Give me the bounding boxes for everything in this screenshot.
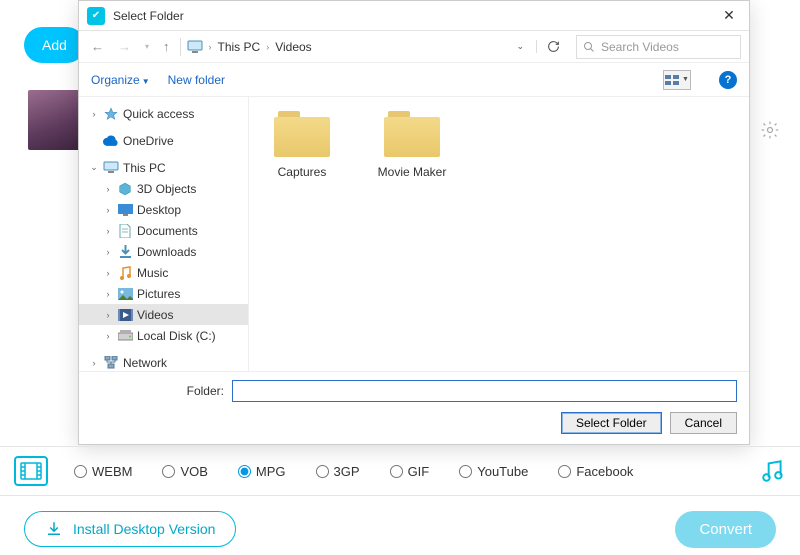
close-icon[interactable]: ✕ [709,7,749,24]
dialog-footer: Folder: Select Folder Cancel [79,371,749,444]
format-bar: WEBM VOB MPG 3GP GIF YouTube Facebook [0,446,800,496]
chevron-right-icon: › [266,42,269,52]
chevron-right-icon: › [209,42,212,52]
new-folder-button[interactable]: New folder [168,73,225,87]
tree-videos[interactable]: ›Videos [79,304,248,325]
toolbar: Organize▼ New folder ▼ ? [79,63,749,97]
cloud-icon [103,135,119,146]
breadcrumb: › This PC › Videos [209,40,505,54]
tree-pictures[interactable]: ›Pictures [79,283,248,304]
folder-label: Movie Maker [377,165,447,179]
tree-onedrive[interactable]: OneDrive [79,130,248,151]
download-icon [117,245,133,259]
download-icon [45,520,63,538]
forward-icon[interactable]: → [114,37,135,56]
convert-button[interactable]: Convert [675,511,776,548]
folder-name-input[interactable] [232,380,737,402]
app-icon: ✔ [87,7,105,25]
refresh-icon[interactable] [536,40,570,53]
folder-item[interactable]: Movie Maker [377,111,447,179]
tree-downloads[interactable]: ›Downloads [79,241,248,262]
chevron-down-icon[interactable]: ⌄ [510,41,530,52]
film-icon[interactable] [14,456,48,486]
folder-input-label: Folder: [187,384,224,398]
tree-desktop[interactable]: ›Desktop [79,199,248,220]
titlebar: ✔ Select Folder ✕ [79,1,749,31]
document-icon [117,224,133,238]
dialog-title: Select Folder [113,9,709,23]
search-placeholder: Search Videos [601,40,679,54]
network-icon [103,356,119,369]
folder-item[interactable]: Captures [267,111,337,179]
format-mpg[interactable]: MPG [238,464,286,479]
format-facebook[interactable]: Facebook [558,464,633,479]
help-icon[interactable]: ? [719,71,737,89]
add-button[interactable]: Add [24,27,85,63]
bottom-bar: Install Desktop Version Convert [0,509,800,549]
desktop-icon [117,204,133,216]
pc-icon [103,161,119,174]
view-options-button[interactable]: ▼ [663,70,691,90]
disk-icon [117,330,133,341]
tree-music[interactable]: ›Music [79,262,248,283]
star-icon [103,107,119,121]
format-webm[interactable]: WEBM [74,464,132,479]
music-icon[interactable] [760,458,786,484]
up-icon[interactable]: ↑ [159,37,174,56]
folder-label: Captures [267,165,337,179]
crumb-this-pc[interactable]: This PC [218,40,261,54]
tree-quick-access[interactable]: ›Quick access [79,103,248,124]
format-gif[interactable]: GIF [390,464,430,479]
folder-content: Captures Movie Maker [249,97,749,371]
music-icon [117,266,133,280]
install-desktop-button[interactable]: Install Desktop Version [24,511,236,547]
separator [180,38,181,56]
cube-icon [117,182,133,196]
nav-tree: ›Quick access OneDrive ⌄This PC ›3D Obje… [79,97,249,371]
back-icon[interactable]: ← [87,37,108,56]
picture-icon [117,288,133,300]
recent-dropdown-icon[interactable]: ▾ [141,40,153,53]
format-youtube[interactable]: YouTube [459,464,528,479]
format-3gp[interactable]: 3GP [316,464,360,479]
gear-icon[interactable] [760,120,780,140]
crumb-videos[interactable]: Videos [275,40,311,54]
folder-icon [384,111,440,157]
tree-documents[interactable]: ›Documents [79,220,248,241]
organize-menu[interactable]: Organize▼ [91,73,150,87]
select-folder-button[interactable]: Select Folder [561,412,662,434]
search-input[interactable]: Search Videos [576,35,741,59]
pc-icon [187,40,203,54]
nav-row: ← → ▾ ↑ › This PC › Videos ⌄ Search Vide… [79,31,749,63]
folder-icon [274,111,330,157]
tree-3d-objects[interactable]: ›3D Objects [79,178,248,199]
format-vob[interactable]: VOB [162,464,207,479]
cancel-button[interactable]: Cancel [670,412,737,434]
tree-local-disk[interactable]: ›Local Disk (C:) [79,325,248,346]
video-icon [117,309,133,321]
tree-network[interactable]: ›Network [79,352,248,371]
select-folder-dialog: ✔ Select Folder ✕ ← → ▾ ↑ › This PC › Vi… [78,0,750,445]
tree-this-pc[interactable]: ⌄This PC [79,157,248,178]
